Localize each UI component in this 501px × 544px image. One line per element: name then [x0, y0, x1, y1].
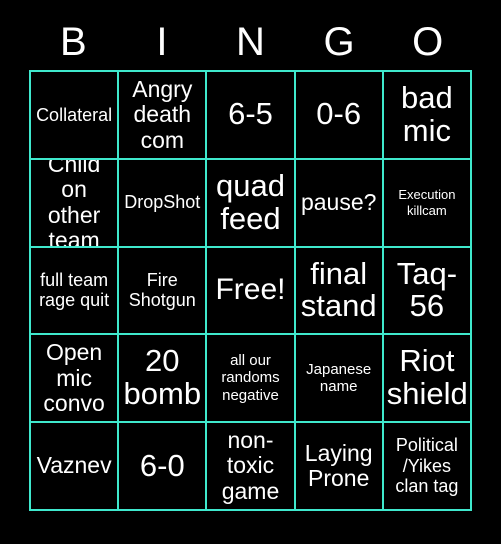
bingo-cell[interactable]: Riot shield	[383, 335, 470, 422]
bingo-cell-label: non- toxic game	[221, 427, 280, 504]
bingo-cell[interactable]: Collateral	[31, 72, 118, 158]
bingo-cell-label: 0-6	[316, 96, 362, 132]
bingo-cell[interactable]: final stand	[295, 247, 382, 334]
bingo-cell[interactable]: 6-5	[207, 72, 294, 158]
bingo-cell[interactable]: 0-6	[295, 72, 382, 158]
bingo-cell-label: Child on other team	[47, 159, 101, 246]
bingo-cell-label: bad mic	[401, 80, 453, 148]
bingo-cell-label: pause?	[300, 189, 377, 216]
bingo-cell-label: quad feed	[216, 167, 285, 236]
bingo-card: B I N G O Collateral Angry death com 6-5 0-…	[0, 0, 501, 544]
bingo-cell[interactable]: 20 bomb	[119, 335, 206, 422]
bingo-cell[interactable]: Open mic convo	[31, 335, 118, 422]
bingo-cell[interactable]: quad feed	[207, 159, 294, 246]
header-letter-n: N	[236, 20, 265, 64]
bingo-cell[interactable]: DropShot	[119, 159, 206, 246]
bingo-cell-label: all our randoms negative	[221, 351, 280, 405]
header-letter-i: I	[156, 20, 168, 64]
header-letter-g: G	[323, 20, 355, 64]
bingo-cell-label: Political /Yikes clan tag	[395, 435, 459, 497]
bingo-cell-label: Laying Prone	[304, 439, 373, 492]
bingo-cell[interactable]: Execution killcam	[383, 159, 470, 246]
bingo-header: B I N G O	[29, 14, 472, 70]
bingo-cell-label: Vaznev	[36, 452, 112, 479]
bingo-cell[interactable]: Vaznev	[31, 423, 118, 509]
bingo-grid: Collateral Angry death com 6-5 0-6 bad mic Ch…	[29, 70, 472, 511]
bingo-cell-label: DropShot	[124, 192, 201, 213]
bingo-cell-label: Open mic convo	[43, 339, 105, 416]
bingo-cell-label: Japanese name	[306, 360, 372, 396]
bingo-cell-label: Collateral	[36, 104, 113, 125]
header-letter-o: O	[412, 20, 444, 64]
bingo-cell[interactable]: non- toxic game	[207, 423, 294, 509]
bingo-cell[interactable]: pause?	[295, 159, 382, 246]
bingo-cell-label: Fire Shotgun	[128, 269, 196, 311]
bingo-cell-label: 20 bomb	[123, 343, 202, 412]
bingo-cell-label: Taq- 56	[396, 255, 458, 324]
bingo-cell[interactable]: Angry death com	[119, 72, 206, 158]
bingo-cell[interactable]: 6-0	[119, 423, 206, 509]
bingo-cell[interactable]: Political /Yikes clan tag	[383, 423, 470, 509]
bingo-cell[interactable]: Fire Shotgun	[119, 247, 206, 334]
bingo-cell-label: 6-5	[228, 96, 273, 132]
bingo-cell-label: final stand	[300, 255, 377, 324]
bingo-cell[interactable]: full team rage quit	[31, 247, 118, 334]
bingo-cell[interactable]: bad mic	[383, 72, 470, 158]
bingo-cell-label: full team rage quit	[39, 269, 110, 311]
bingo-cell-free[interactable]: Free!	[207, 247, 294, 334]
bingo-cell[interactable]: all our randoms negative	[207, 335, 294, 422]
bingo-cell[interactable]: Taq- 56	[383, 247, 470, 334]
bingo-cell-label: Riot shield	[386, 343, 468, 412]
bingo-cell-label: Free!	[215, 273, 286, 307]
bingo-cell-label: Angry death com	[132, 75, 193, 153]
bingo-cell[interactable]: Child on other team	[31, 159, 118, 246]
bingo-cell[interactable]: Japanese name	[295, 335, 382, 422]
bingo-cell-label: Execution killcam	[398, 187, 456, 218]
bingo-cell-label: 6-0	[139, 447, 185, 483]
bingo-cell[interactable]: Laying Prone	[295, 423, 382, 509]
header-letter-b: B	[59, 20, 87, 64]
